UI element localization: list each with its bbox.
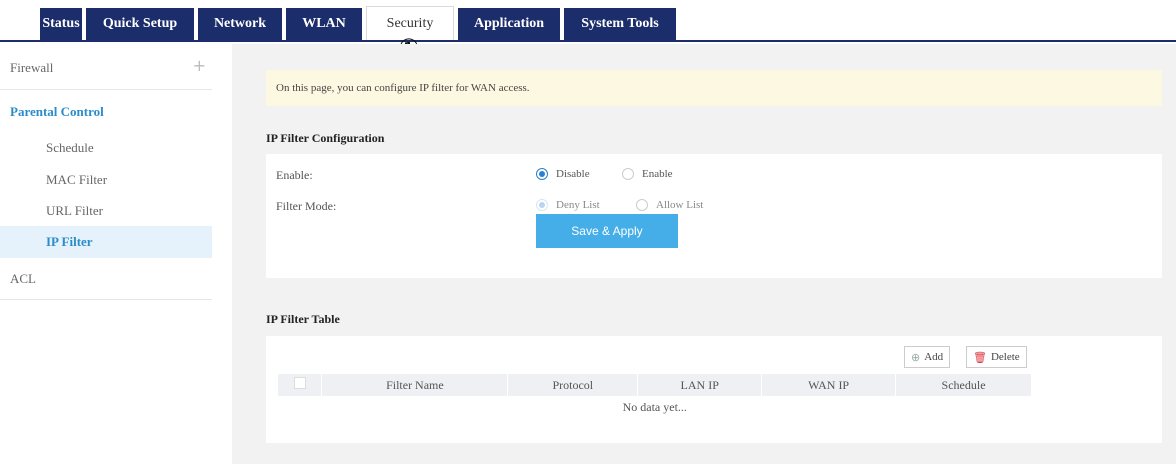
table-panel: ⊕ Add 🗑 Delete Filter Name Protocol LAN … [266, 336, 1162, 443]
radio-allow-list[interactable]: Allow List [636, 199, 703, 211]
radio-label: Enable [642, 168, 673, 180]
trash-icon: 🗑 [973, 350, 987, 364]
sidebar-item-ip-filter[interactable]: IP Filter [0, 226, 212, 258]
sidebar-item-label: ACL [10, 270, 36, 286]
filter-mode-label: Filter Mode: [276, 199, 337, 213]
add-button-label: Add [924, 351, 944, 363]
config-section-title: IP Filter Configuration [266, 131, 385, 145]
radio-dot-icon [636, 199, 648, 211]
sidebar-item-label: Parental Control [10, 104, 104, 119]
main-content: On this page, you can configure IP filte… [232, 44, 1176, 464]
table-row: No data yet... [278, 396, 1032, 418]
sidebar-item-label: MAC Filter [46, 172, 108, 187]
column-header: LAN IP [637, 374, 763, 396]
table-header-row: Filter Name Protocol LAN IP WAN IP Sched… [278, 374, 1032, 396]
radio-dot-icon [536, 168, 548, 180]
radio-deny-list[interactable]: Deny List [536, 199, 600, 211]
radio-disable[interactable]: Disable [536, 168, 590, 180]
radio-label: Disable [556, 168, 590, 180]
empty-table-message: No data yet... [622, 399, 687, 414]
sidebar-item-label: IP Filter [46, 234, 93, 249]
select-all-checkbox[interactable] [278, 374, 323, 396]
sidebar-item-url-filter[interactable]: URL Filter [0, 195, 212, 227]
expand-plus-icon[interactable]: + [193, 56, 206, 75]
top-nav: Status Quick Setup Network WLAN Security… [0, 0, 1176, 42]
radio-label: Allow List [656, 199, 704, 211]
tab-network[interactable]: Network [198, 8, 282, 40]
sidebar-item-label: Schedule [46, 140, 94, 155]
tab-system-tools[interactable]: System Tools [564, 8, 676, 40]
save-apply-button[interactable]: Save & Apply [536, 214, 678, 248]
enable-label: Enable: [276, 168, 313, 182]
tab-underline [0, 40, 1176, 42]
column-header: Protocol [507, 374, 639, 396]
config-panel: Enable: Disable Enable Filter Mode: Deny… [266, 154, 1162, 278]
sidebar-item-mac-filter[interactable]: MAC Filter [0, 164, 212, 196]
delete-button[interactable]: 🗑 Delete [966, 346, 1027, 368]
add-button[interactable]: ⊕ Add [904, 346, 951, 368]
radio-dot-icon [622, 168, 634, 180]
ip-filter-table: Filter Name Protocol LAN IP WAN IP Sched… [278, 374, 1032, 418]
delete-button-label: Delete [990, 351, 1020, 363]
column-header: WAN IP [761, 374, 897, 396]
column-header: Filter Name [321, 374, 509, 396]
info-notice: On this page, you can configure IP filte… [266, 70, 1162, 106]
radio-label: Deny List [556, 199, 600, 211]
column-header: Schedule [895, 374, 1032, 396]
sidebar: Firewall + Parental Control Schedule MAC… [0, 44, 212, 464]
sidebar-item-label: Firewall [10, 59, 54, 75]
tab-status[interactable]: Status [40, 8, 82, 40]
sidebar-item-firewall[interactable]: Firewall + [0, 46, 212, 90]
radio-dot-icon [536, 199, 548, 211]
sidebar-item-parental-control[interactable]: Parental Control [0, 90, 212, 134]
tab-wlan[interactable]: WLAN [286, 8, 362, 40]
plus-circle-icon: ⊕ [911, 350, 921, 364]
table-section-title: IP Filter Table [266, 312, 340, 326]
checkbox-icon [293, 377, 306, 389]
sidebar-item-schedule[interactable]: Schedule [0, 132, 212, 164]
sidebar-item-acl[interactable]: ACL [0, 258, 212, 300]
sidebar-item-label: URL Filter [46, 203, 103, 218]
radio-enable[interactable]: Enable [622, 168, 673, 180]
tab-quick-setup[interactable]: Quick Setup [86, 8, 194, 40]
tab-application[interactable]: Application [458, 8, 560, 40]
